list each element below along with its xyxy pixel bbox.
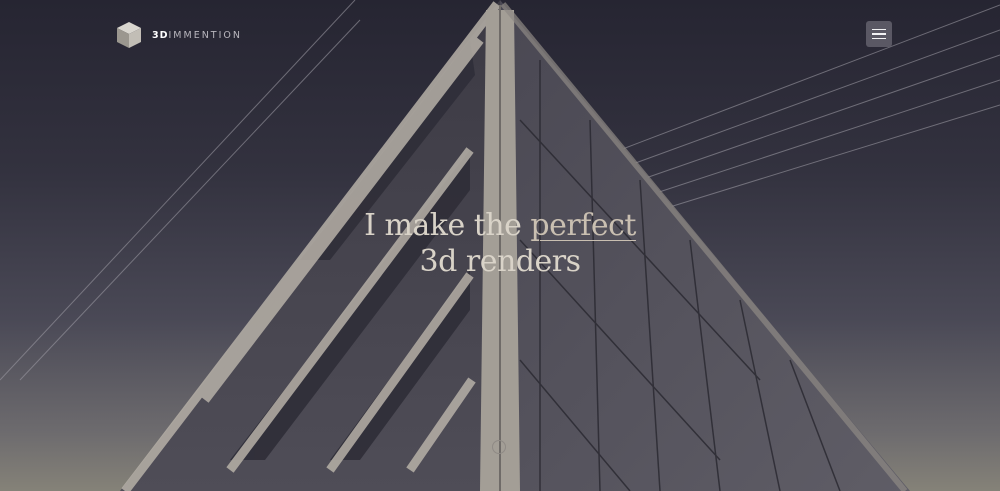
headline-text: I make the [364,208,531,243]
hero-headline: I make the perfect 3d renders [250,208,750,280]
headline-line-1: I make the perfect [250,208,750,244]
scroll-indicator-icon[interactable] [492,440,506,454]
hamburger-menu-icon [872,28,886,31]
cube-icon [117,22,141,48]
headline-line-2: 3d renders [419,244,581,279]
menu-button[interactable] [866,21,892,47]
hamburger-menu-icon-line [872,37,886,40]
site-logo[interactable]: 3D IMMENTION [115,21,242,49]
headline-accent: perfect [530,208,636,243]
hamburger-menu-icon-line [872,33,886,35]
logo-text-rest: IMMENTION [168,29,242,41]
logo-text-strong: 3D [152,29,169,41]
logo-wordmark: 3D IMMENTION [152,30,242,41]
